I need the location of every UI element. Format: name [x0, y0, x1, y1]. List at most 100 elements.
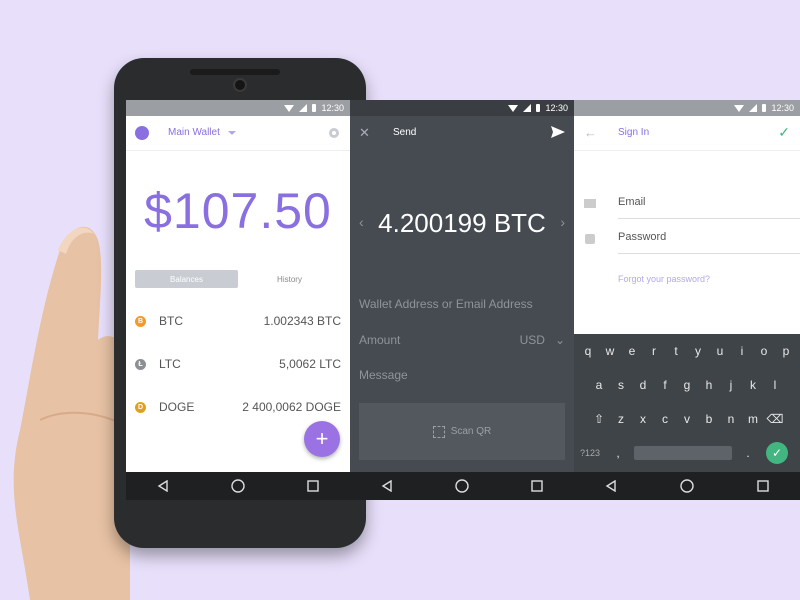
key-g[interactable]: g [676, 374, 698, 396]
back-nav-icon[interactable] [157, 480, 169, 492]
key-x[interactable]: x [632, 408, 654, 430]
key-q[interactable]: q [577, 340, 599, 362]
tab-history[interactable]: History [238, 270, 341, 288]
key-y[interactable]: y [687, 340, 709, 362]
key-s[interactable]: s [610, 374, 632, 396]
send-screen: 12:30 ✕ Send ‹ 4.200199 BTC › Wallet Add… [350, 100, 574, 500]
key-e[interactable]: e [621, 340, 643, 362]
coin-symbol: BTC [159, 314, 183, 328]
space-bar[interactable] [634, 446, 732, 460]
coin-amount: 5,0062 LTC [279, 357, 341, 371]
key-i[interactable]: i [731, 340, 753, 362]
signal-icon [523, 104, 532, 112]
coin-row-btc[interactable]: B BTC 1.002343 BTC [126, 306, 350, 336]
key-k[interactable]: k [742, 374, 764, 396]
close-icon[interactable]: ✕ [359, 125, 370, 141]
key-h[interactable]: h [698, 374, 720, 396]
email-field[interactable]: Email [618, 196, 800, 219]
key-f[interactable]: f [654, 374, 676, 396]
lock-icon [585, 234, 595, 244]
home-nav-icon[interactable] [455, 479, 469, 493]
status-time: 12:30 [771, 103, 794, 113]
backspace-key-icon[interactable]: ⌫ [764, 408, 786, 430]
scan-qr-button[interactable]: Scan QR [359, 403, 565, 460]
key-b[interactable]: b [698, 408, 720, 430]
key-r[interactable]: r [643, 340, 665, 362]
back-nav-icon[interactable] [381, 480, 393, 492]
android-nav-bar [350, 472, 574, 500]
chevron-down-icon: ⌄ [554, 333, 565, 347]
wallet-logo-icon[interactable] [135, 126, 149, 140]
scan-qr-label: Scan QR [450, 426, 492, 437]
wallet-tabs: Balances History [135, 270, 341, 288]
wifi-icon [734, 104, 745, 112]
key-o[interactable]: o [753, 340, 775, 362]
enter-check-icon[interactable]: ✓ [766, 442, 788, 464]
qr-scan-icon [432, 425, 445, 438]
key-w[interactable]: w [599, 340, 621, 362]
key-t[interactable]: t [665, 340, 687, 362]
settings-gear-icon[interactable] [327, 126, 341, 140]
signal-icon [299, 104, 308, 112]
wallet-title: Main Wallet [168, 127, 220, 138]
key-p[interactable]: p [775, 340, 797, 362]
wifi-icon [284, 104, 295, 112]
key-l[interactable]: l [764, 374, 786, 396]
chevron-right-icon[interactable]: › [560, 214, 565, 230]
coin-symbol: LTC [159, 357, 181, 371]
phone-camera [233, 78, 247, 92]
key-m[interactable]: m [742, 408, 764, 430]
signin-screen: 12:30 ← Sign In ✓ Email Password Forgot … [574, 100, 800, 500]
keyboard-row-3: ⇧ z x c v b n m ⌫ [574, 408, 800, 430]
home-nav-icon[interactable] [231, 479, 245, 493]
send-paper-plane-icon[interactable] [551, 126, 565, 138]
currency-select[interactable]: USD [520, 333, 545, 347]
bitcoin-icon: B [135, 315, 146, 327]
key-d[interactable]: d [632, 374, 654, 396]
battery-icon [312, 104, 317, 112]
address-field[interactable]: Wallet Address or Email Address [359, 297, 565, 311]
status-bar: 12:30 [574, 100, 800, 116]
send-amount: 4.200199 BTC [378, 208, 546, 238]
recents-nav-icon[interactable] [756, 480, 769, 492]
status-time: 12:30 [321, 103, 344, 113]
comma-key[interactable]: , [608, 446, 628, 460]
forgot-password-link[interactable]: Forgot your password? [618, 274, 710, 284]
key-v[interactable]: v [676, 408, 698, 430]
tab-balances[interactable]: Balances [135, 270, 238, 288]
recents-nav-icon[interactable] [531, 480, 543, 492]
amount-field[interactable]: Amount USD ⌄ [359, 333, 565, 347]
key-z[interactable]: z [610, 408, 632, 430]
symbols-key[interactable]: ?123 [580, 448, 608, 458]
check-icon[interactable]: ✓ [778, 124, 790, 141]
send-title: Send [393, 127, 417, 138]
signal-icon [749, 104, 758, 112]
key-c[interactable]: c [654, 408, 676, 430]
android-nav-bar [126, 472, 350, 500]
recents-nav-icon[interactable] [307, 480, 319, 492]
coin-row-doge[interactable]: D DOGE 2 400,0062 DOGE [126, 392, 350, 422]
key-j[interactable]: j [720, 374, 742, 396]
coin-symbol: DOGE [159, 400, 195, 414]
home-nav-icon[interactable] [680, 479, 694, 493]
android-nav-bar [574, 472, 800, 500]
wallet-selector[interactable]: Main Wallet [168, 127, 236, 138]
coin-row-ltc[interactable]: Ł LTC 5,0062 LTC [126, 349, 350, 379]
litecoin-icon: Ł [135, 358, 146, 370]
key-n[interactable]: n [720, 408, 742, 430]
period-key[interactable]: . [738, 446, 758, 460]
shift-key-icon[interactable]: ⇧ [588, 408, 610, 430]
email-icon [584, 199, 596, 208]
back-nav-icon[interactable] [605, 480, 617, 492]
dogecoin-icon: D [135, 401, 146, 413]
wallet-screen: 12:30 Main Wallet $107.50 Balances Histo… [126, 100, 350, 500]
password-field[interactable]: Password [618, 231, 800, 254]
wallet-header: Main Wallet [126, 116, 350, 151]
wifi-icon [508, 104, 519, 112]
message-field[interactable]: Message [359, 368, 565, 382]
key-u[interactable]: u [709, 340, 731, 362]
coin-amount: 2 400,0062 DOGE [242, 400, 341, 414]
key-a[interactable]: a [588, 374, 610, 396]
back-arrow-icon[interactable]: ← [584, 125, 597, 140]
add-button[interactable]: + [304, 421, 340, 457]
